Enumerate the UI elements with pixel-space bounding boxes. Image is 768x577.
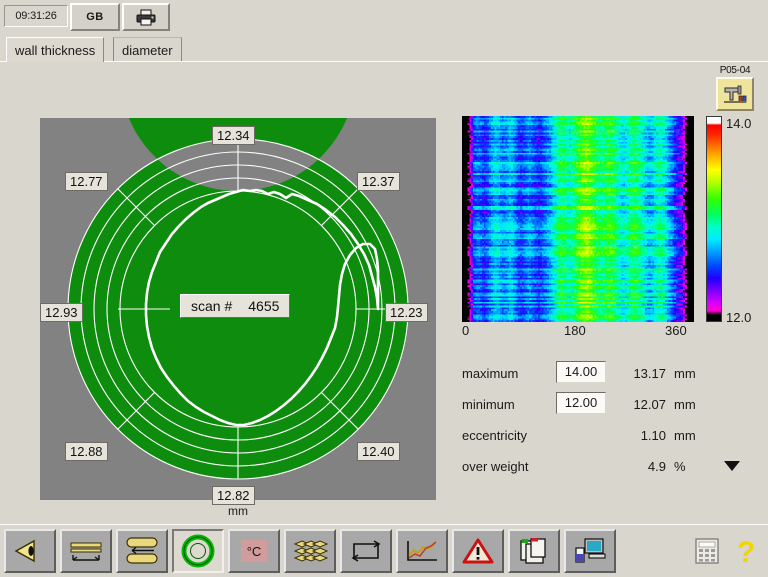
colorbar-min-label: 12.0 [726,310,752,325]
toolbar-workstation-button[interactable] [564,529,616,573]
toolbar-wall-thickness-button[interactable] [60,529,112,573]
language-button[interactable]: GB [70,3,120,31]
wall-thickness-line-icon [70,542,102,561]
limit-input-minimum[interactable]: 12.00 [556,392,606,414]
copy-pages-icon [520,538,546,564]
printer-icon [136,9,156,25]
readout-row-over-weight: over weight 4.9 % [462,453,762,484]
alarm-warning-icon [462,538,494,564]
workstation-pc-icon [575,538,606,563]
readout-label-eccentricity: eccentricity [462,428,528,443]
back-arrow-icon [14,539,35,563]
heatmap-panel: 0 180 360 [462,116,702,343]
extruder-machine-icon [722,83,748,105]
sector-value-upper-right: 12.37 [357,172,400,191]
calculator-icon [695,538,719,564]
heatmap-tick-180: 180 [564,323,586,338]
readout-unit-maximum: mm [674,366,696,381]
readout-row-minimum: minimum 12.00 12.07 mm [462,391,762,422]
toolbar-length-button[interactable] [340,529,392,573]
length-loop-icon [351,540,381,562]
readout-value-over-weight: 4.9 [647,459,666,474]
measurement-readouts: maximum 14.00 13.17 mm minimum 12.00 12.… [462,360,762,484]
temperature-icon: °C [241,540,267,562]
diameter-ovality-icon [126,537,158,564]
toolbar-copy-pages-button[interactable] [508,529,560,573]
sector-value-lower-left: 12.88 [65,442,108,461]
readout-label-maximum: maximum [462,366,519,381]
readout-unit-over-weight: % [674,459,686,474]
station-indicator: P05-04 [708,65,762,111]
tab-diameter-label: diameter [122,42,173,58]
toolbar-layers-button[interactable] [284,529,336,573]
heatmap-image[interactable] [462,116,694,322]
tab-wall-thickness[interactable]: wall thickness [6,37,105,62]
toolbar-temperature-button[interactable]: °C [228,529,280,573]
toolbar-alarm-button[interactable] [452,529,504,573]
heatmap-canvas [462,116,694,322]
sector-value-top: 12.34 [212,126,255,145]
sector-value-upper-left: 12.77 [65,172,108,191]
readout-row-eccentricity: eccentricity 1.10 mm [462,422,762,453]
sector-value-right: 12.23 [385,303,428,322]
readout-value-minimum: 12.07 [633,397,666,412]
top-bar: 09:31:26 GB [0,0,768,32]
client-area: P05-04 12.34 12.37 12.23 12.40 12.82 12.… [0,61,768,525]
station-button[interactable] [716,77,754,111]
toolbar-diameter-button[interactable] [116,529,168,573]
help-question-icon: ? [737,536,755,567]
sector-value-bottom: 12.82 [212,486,255,505]
sector-value-left: 12.93 [40,303,83,322]
scan-number-box: scan # 4655 [180,294,291,318]
toolbar-ring-profile-button[interactable] [172,529,224,573]
colorbar-gradient [706,116,722,322]
heatmap-tick-0: 0 [462,323,470,338]
ring-profile-chart: 12.34 12.37 12.23 12.40 12.82 12.88 12.9… [40,118,436,505]
readout-label-minimum: minimum [462,397,515,412]
svg-text:?: ? [737,536,755,567]
clock-display: 09:31:26 [4,5,68,27]
tab-diameter[interactable]: diameter [113,37,182,62]
station-label: P05-04 [719,65,751,76]
colorbar [706,116,722,322]
sector-value-lower-right: 12.40 [357,442,400,461]
svg-text:°C: °C [247,544,262,559]
print-button[interactable] [122,3,170,31]
readout-row-maximum: maximum 14.00 13.17 mm [462,360,762,391]
scan-number-value: 4655 [248,298,280,314]
readout-value-maximum: 13.17 [633,366,666,381]
bottom-toolbar: °C ? [0,524,768,577]
trend-chart-icon [407,541,437,561]
readout-unit-eccentricity: mm [674,428,696,443]
readout-value-eccentricity: 1.10 [640,428,666,443]
scan-number-label: scan # [191,298,233,314]
toolbar-calculator-button[interactable] [690,529,724,573]
heatmap-tick-360: 360 [665,323,687,338]
toolbar-trend-chart-button[interactable] [396,529,448,573]
ring-chart-unit-label: mm [228,504,248,518]
limit-input-maximum[interactable]: 14.00 [556,361,606,383]
expand-more-icon[interactable] [724,461,740,471]
tab-strip: wall thickness diameter [0,32,768,62]
colorbar-max-label: 14.0 [726,116,752,131]
application-window: 09:31:26 GB wall thickness diameter P05-… [0,0,768,577]
heatmap-x-axis: 0 180 360 [462,323,702,343]
readout-unit-minimum: mm [674,397,696,412]
toolbar-help-button[interactable]: ? [730,529,762,573]
tab-wall-thickness-label: wall thickness [15,42,96,58]
toolbar-back-arrow-button[interactable] [4,529,56,573]
layers-icon [293,540,328,562]
ring-profile-icon [181,534,215,568]
readout-label-over-weight: over weight [462,459,529,474]
language-button-label: GB [86,11,104,23]
